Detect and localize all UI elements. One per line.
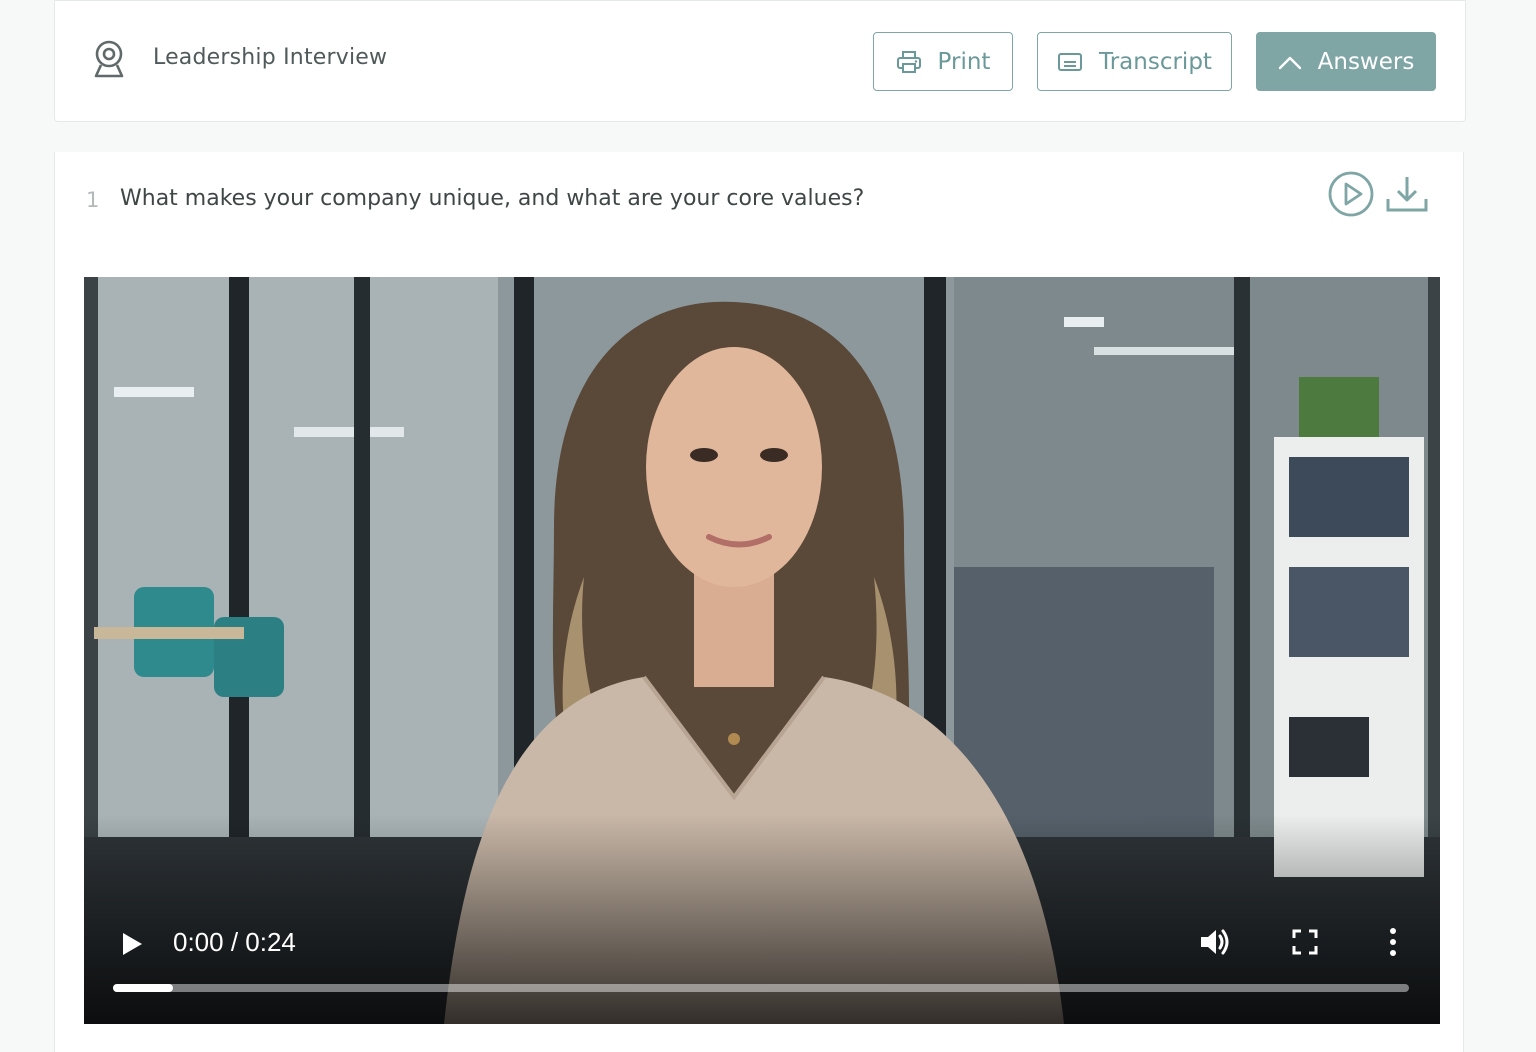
- printer-icon: [896, 50, 921, 73]
- transcript-button[interactable]: Transcript: [1037, 32, 1232, 91]
- video-time: 0:00 / 0:24: [173, 927, 296, 957]
- transcript-button-label: Transcript: [1099, 48, 1212, 75]
- volume-icon[interactable]: [1198, 925, 1232, 959]
- answers-button-label: Answers: [1317, 48, 1415, 75]
- interview-header: Leadership Interview Print Transcript An…: [54, 0, 1466, 122]
- chevron-up-icon: [1278, 56, 1301, 69]
- video-progress-fill: [113, 984, 173, 992]
- play-icon[interactable]: [120, 931, 144, 957]
- webcam-icon: [94, 40, 124, 78]
- question-number: 1: [86, 188, 100, 212]
- play-circle-icon[interactable]: [1327, 170, 1375, 218]
- video-progress-bar[interactable]: [113, 984, 1409, 992]
- interview-title: Leadership Interview: [153, 45, 388, 70]
- controls-gradient: [84, 814, 1440, 1024]
- video-player[interactable]: 0:00 / 0:24: [84, 277, 1440, 1024]
- answers-button[interactable]: Answers: [1256, 32, 1436, 91]
- download-icon[interactable]: [1385, 174, 1429, 214]
- more-options-icon[interactable]: [1384, 927, 1402, 957]
- print-button[interactable]: Print: [873, 32, 1013, 91]
- fullscreen-icon[interactable]: [1292, 929, 1318, 955]
- question-text: What makes your company unique, and what…: [120, 186, 865, 211]
- print-button-label: Print: [937, 48, 991, 75]
- subtitles-icon: [1058, 52, 1083, 71]
